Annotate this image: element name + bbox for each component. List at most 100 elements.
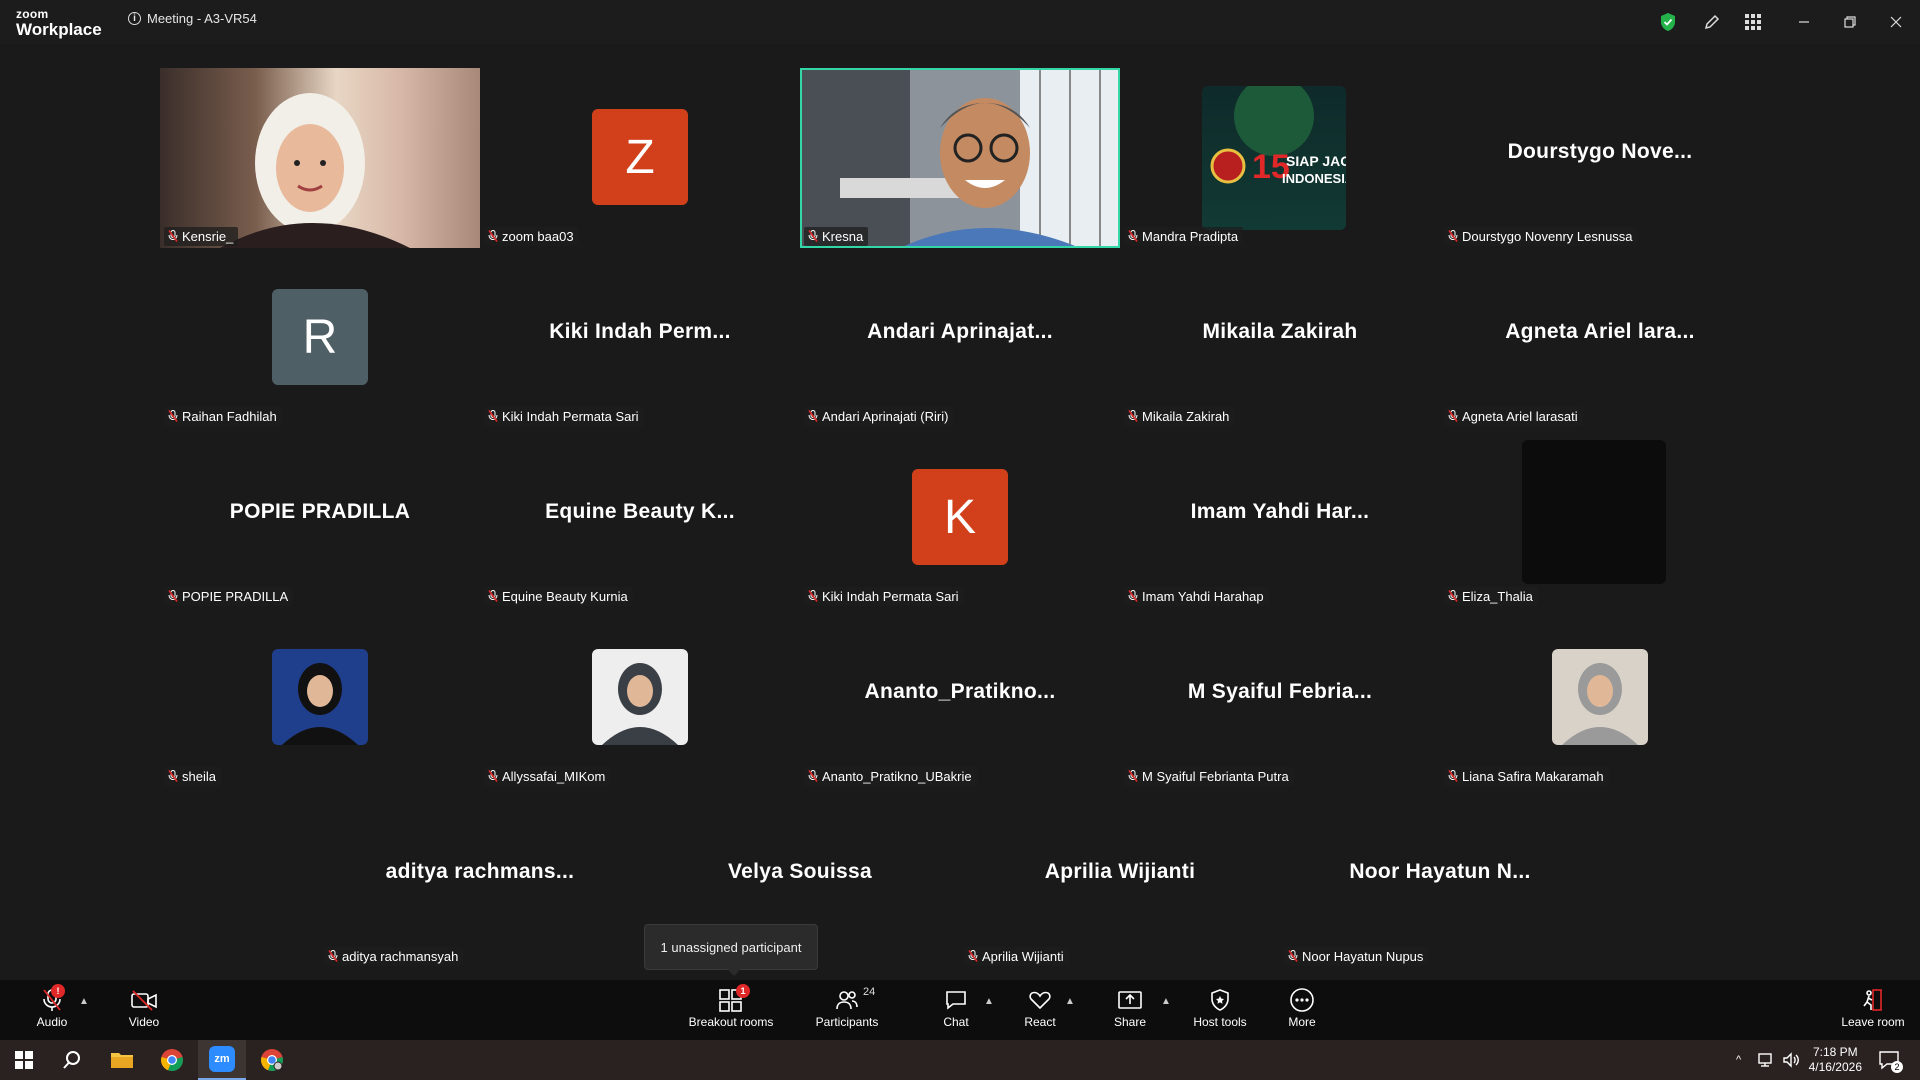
notifications-icon[interactable]: 2 <box>1878 1050 1903 1075</box>
participant-tile[interactable]: sheila <box>160 608 480 788</box>
avatar-initial: R <box>272 289 368 385</box>
participant-name: Liana Safira Makaramah <box>1462 769 1604 784</box>
participant-name: Dourstygo Novenry Lesnussa <box>1462 229 1633 244</box>
participant-name-label: Raihan Fadhilah <box>164 407 282 426</box>
share-button[interactable]: Share <box>1110 986 1150 1036</box>
participant-name: Mikaila Zakirah <box>1142 409 1230 424</box>
participant-name-label: Mikaila Zakirah <box>1124 407 1235 426</box>
mic-muted-icon <box>168 230 178 242</box>
participant-name-label: Eliza_Thalia <box>1444 587 1538 606</box>
network-icon[interactable] <box>1758 1052 1776 1073</box>
mic-muted-icon <box>1288 950 1298 962</box>
tray-chevron-icon[interactable]: ^ <box>1736 1054 1741 1066</box>
participant-name-label: POPIE PRADILLA <box>164 587 294 606</box>
breakout-rooms-button[interactable]: 1 Breakout rooms <box>686 984 776 1036</box>
participant-tile[interactable]: Equine Beauty K... Equine Beauty Kurnia <box>480 428 800 608</box>
minimize-icon[interactable] <box>1792 10 1816 34</box>
chat-options-caret[interactable]: ▲ <box>984 996 994 1007</box>
host-tools-button[interactable]: Host tools <box>1190 986 1250 1036</box>
participant-tile[interactable]: Liana Safira Makaramah <box>1440 608 1760 788</box>
participant-tile[interactable]: Ananto_Pratikno... Ananto_Pratikno_UBakri… <box>800 608 1120 788</box>
mic-muted-icon <box>488 770 498 782</box>
participant-tile[interactable]: Imam Yahdi Har... Imam Yahdi Harahap <box>1120 428 1440 608</box>
file-explorer-icon[interactable] <box>98 1040 146 1080</box>
participant-display-name: Velya Souissa <box>728 860 872 883</box>
chrome-profile-icon[interactable] <box>248 1040 296 1080</box>
share-screen-icon <box>1117 986 1143 1014</box>
participant-display-name: Kiki Indah Perm... <box>549 320 731 343</box>
volume-icon[interactable] <box>1782 1052 1800 1073</box>
participant-tile[interactable]: R Raihan Fadhilah <box>160 248 480 428</box>
restore-window-icon[interactable] <box>1838 10 1862 34</box>
notification-count-badge: 2 <box>1891 1061 1903 1073</box>
react-button[interactable]: React <box>1020 986 1060 1036</box>
encryption-shield-icon[interactable] <box>1656 10 1680 34</box>
meeting-info-button[interactable]: i Meeting - A3-VR54 <box>128 11 257 26</box>
participant-tile[interactable]: Allyssafai_MIKom <box>480 608 800 788</box>
close-icon[interactable] <box>1884 10 1908 34</box>
apps-grid-icon[interactable] <box>1741 10 1765 34</box>
audio-options-caret[interactable]: ▲ <box>79 996 89 1007</box>
participant-name-label: Imam Yahdi Harahap <box>1124 587 1269 606</box>
mic-muted-icon <box>1128 230 1138 242</box>
participant-tile[interactable]: Kiki Indah Perm... Kiki Indah Permata Sar… <box>480 248 800 428</box>
search-icon[interactable] <box>48 1040 96 1080</box>
mic-muted-icon <box>808 770 818 782</box>
participant-name-label: Noor Hayatun Nupus <box>1284 947 1429 966</box>
svg-text:INDONESIA: INDONESIA <box>1282 171 1346 186</box>
participant-name: Kensrie_ <box>182 229 234 244</box>
leave-room-button[interactable]: Leave room <box>1838 986 1908 1036</box>
participant-tile[interactable]: Agneta Ariel lara... Agneta Ariel larasat… <box>1440 248 1760 428</box>
participant-tile[interactable]: Andari Aprinajat... Andari Aprinajati (Ri… <box>800 248 1120 428</box>
chat-button[interactable]: Chat <box>936 986 976 1036</box>
audio-button[interactable]: ! Audio <box>30 984 74 1036</box>
avatar-image <box>272 649 368 745</box>
more-button[interactable]: More <box>1282 986 1322 1036</box>
mic-muted-icon <box>968 950 978 962</box>
participant-tile[interactable]: Kensrie_ <box>160 68 480 248</box>
participant-tile[interactable]: Zzoom baa03 <box>480 68 800 248</box>
video-button[interactable]: Video <box>122 986 166 1036</box>
windows-start-button[interactable] <box>0 1040 48 1080</box>
participant-name: M Syaiful Febrianta Putra <box>1142 769 1289 784</box>
participant-tile[interactable]: Mikaila Zakirah Mikaila Zakirah <box>1120 248 1440 428</box>
share-options-caret[interactable]: ▲ <box>1161 996 1171 1007</box>
participant-display-name: Dourstygo Nove... <box>1507 140 1693 163</box>
participant-tile[interactable]: Aprilia Wijianti Aprilia Wijianti <box>960 788 1280 968</box>
more-dots-icon <box>1289 986 1315 1014</box>
zoom-app-icon: zm <box>209 1046 235 1072</box>
audio-alert-badge: ! <box>51 984 65 998</box>
participant-tile[interactable]: Dourstygo Nove... Dourstygo Novenry Lesnu… <box>1440 68 1760 248</box>
chat-bubble-icon <box>944 986 968 1014</box>
zoom-taskbar-icon[interactable]: zm <box>198 1040 246 1080</box>
host-shield-icon <box>1209 986 1231 1014</box>
meeting-toolbar: ! Audio ▲ Video 1 Breakout rooms 24 Part… <box>0 980 1920 1040</box>
participant-tile[interactable]: aditya rachmans... aditya rachmansyah <box>320 788 640 968</box>
system-clock[interactable]: 7:18 PM 4/16/2026 <box>1809 1045 1862 1075</box>
avatar-image <box>592 649 688 745</box>
react-options-caret[interactable]: ▲ <box>1065 996 1075 1007</box>
windows-taskbar: zm ^ 7:18 PM 4/16/2026 2 <box>0 1040 1920 1080</box>
participant-tile[interactable]: POPIE PRADILLA POPIE PRADILLA <box>160 428 480 608</box>
title-bar: zoom Workplace i Meeting - A3-VR54 <box>0 0 1920 44</box>
participants-button[interactable]: 24 Participants <box>812 986 882 1036</box>
mic-muted-icon <box>488 230 498 242</box>
participant-tile[interactable]: K Kiki Indah Permata Sari <box>800 428 1120 608</box>
participant-name-label: M Syaiful Febrianta Putra <box>1124 767 1294 786</box>
participant-display-name: aditya rachmans... <box>385 860 575 883</box>
participant-tile[interactable]: M Syaiful Febria... M Syaiful Febrianta P… <box>1120 608 1440 788</box>
chrome-icon[interactable] <box>148 1040 196 1080</box>
participant-tile[interactable]: Kresna <box>800 68 1120 248</box>
participant-name-label: sheila <box>164 767 221 786</box>
mic-muted-icon <box>168 770 178 782</box>
participant-name-label: aditya rachmansyah <box>324 947 464 966</box>
avatar-initial: Z <box>592 109 688 205</box>
participant-name-label: zoom baa03 <box>484 227 579 246</box>
breakout-rooms-icon: 1 <box>718 984 750 1014</box>
participant-name-label: Kiki Indah Permata Sari <box>804 587 964 606</box>
participant-tile[interactable]: Noor Hayatun N... Noor Hayatun Nupus <box>1280 788 1600 968</box>
participant-video <box>160 68 480 248</box>
participant-tile[interactable]: 15SIAP JAGAINDONESIAMandra Pradipta <box>1120 68 1440 248</box>
participant-tile[interactable]: Eliza_Thalia <box>1440 428 1760 608</box>
annotate-pencil-icon[interactable] <box>1700 10 1724 34</box>
